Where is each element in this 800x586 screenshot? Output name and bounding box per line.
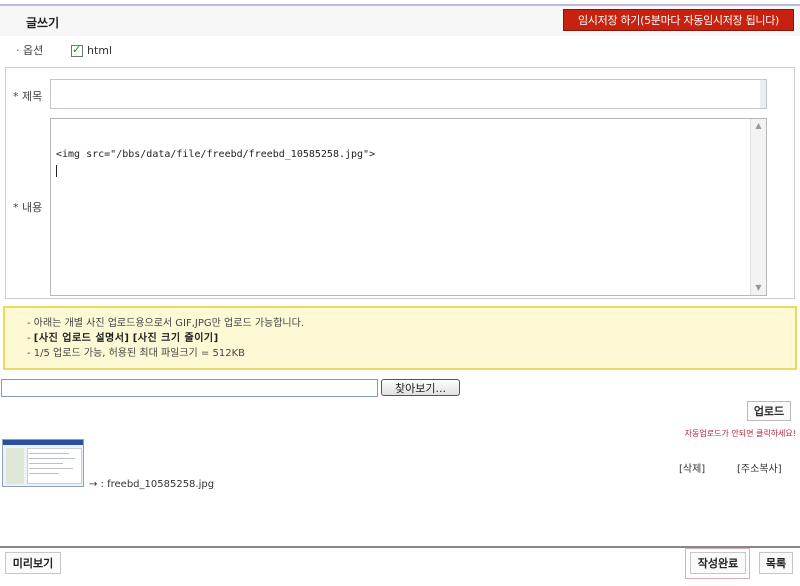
subject-label: * 제목 (13, 90, 43, 103)
bottom-divider (0, 546, 800, 548)
thumbnail-line (29, 458, 75, 459)
notice-line-2: - [사진 업로드 설명서] [사진 크기 줄이기] (27, 331, 795, 346)
content-label: * 내용 (13, 201, 43, 214)
attachment-file-name: → : freebd_10585258.jpg (89, 479, 215, 490)
header-bar: 글쓰기 임시저장 하기(5분마다 자동임시저장 됩니다) (0, 6, 800, 36)
thumbnail-line (29, 453, 69, 454)
delete-attachment-link[interactable]: [삭제] (679, 460, 705, 475)
html-checkbox[interactable]: ✓ (71, 43, 83, 57)
content-scrollbar[interactable]: ▲ ▼ (750, 119, 766, 295)
list-button[interactable]: 목록 (759, 552, 793, 574)
autosave-button[interactable]: 임시저장 하기(5분마다 자동임시저장 됩니다) (563, 9, 794, 31)
browse-button[interactable]: 찾아보기... (381, 379, 460, 396)
content-textarea-value: <img src="/bbs/data/file/freebd/freebd_1… (56, 149, 376, 160)
checkmark-icon: ✓ (72, 43, 82, 56)
upload-button[interactable]: 업로드 (747, 401, 791, 421)
notice-line-1: - 아래는 개별 사진 업로드용으로서 GIF,JPG만 업로드 가능합니다. (27, 318, 304, 329)
thumbnail-titlebar (3, 440, 83, 445)
upload-guide-link[interactable]: [사진 업로드 설명서] (34, 333, 130, 344)
preview-button[interactable]: 미리보기 (5, 552, 61, 574)
page-title: 글쓰기 (26, 16, 60, 30)
upload-help-note[interactable]: 자동업로드가 안되면 클릭하세요! (685, 428, 796, 439)
notice-line-3: - 1/5 업로드 가능, 허용된 최대 파일크기 = 512KB (27, 348, 245, 359)
submit-button[interactable]: 작성완료 (690, 552, 746, 574)
options-label: · 옵션 (16, 44, 44, 57)
resize-photo-link[interactable]: [사진 크기 줄이기] (133, 333, 219, 344)
attachment-thumbnail[interactable] (2, 439, 84, 487)
copy-address-link[interactable]: [주소복사] (737, 460, 782, 475)
file-path-input[interactable] (1, 379, 378, 397)
content-textarea[interactable]: <img src="/bbs/data/file/freebd/freebd_1… (50, 118, 767, 296)
notice-line-2-prefix: - (27, 333, 34, 344)
thumbnail-line (29, 473, 59, 474)
scroll-up-icon[interactable]: ▲ (751, 119, 766, 133)
thumbnail-line (29, 468, 73, 469)
upload-notice: - 아래는 개별 사진 업로드용으로서 GIF,JPG만 업로드 가능합니다. … (3, 306, 797, 370)
text-caret (56, 165, 57, 177)
html-checkbox-label: html (87, 44, 113, 57)
input-shade (760, 80, 766, 108)
thumbnail-side-pane (6, 448, 24, 484)
scroll-down-icon[interactable]: ▼ (751, 281, 766, 295)
subject-input[interactable] (50, 79, 767, 109)
thumbnail-line (29, 463, 63, 464)
